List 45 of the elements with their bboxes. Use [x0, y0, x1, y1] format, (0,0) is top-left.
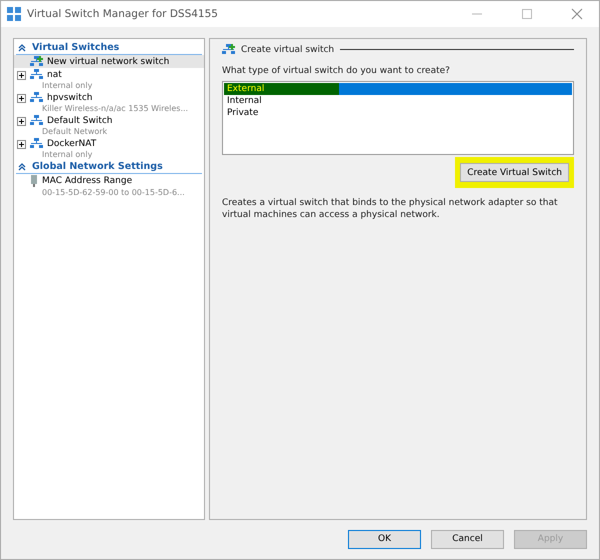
group-title: Create virtual switch — [241, 44, 334, 54]
network-icon — [30, 115, 43, 126]
dialog-button[interactable]: Cancel — [431, 530, 504, 548]
expand-box-icon[interactable] — [17, 71, 26, 80]
tree-item[interactable]: hpvswitch Killer Wireless-n/a/ac 1535 Wireles... — [14, 91, 204, 114]
network-add-icon — [30, 56, 43, 67]
item-name: nat — [47, 70, 62, 80]
item-name: MAC Address Range — [42, 176, 132, 186]
item-detail: Default Network — [42, 127, 108, 136]
app-icon — [7, 7, 21, 21]
description-text: Creates a virtual switch that binds to the physical network adapter so that virtual machines can access a physical network. — [222, 197, 558, 221]
network-icon — [30, 138, 43, 149]
section-title: Global Network Settings — [32, 161, 163, 172]
network-icon — [30, 69, 43, 80]
list-option[interactable]: Internal — [224, 95, 572, 107]
item-detail: Internal only — [42, 81, 92, 90]
item-name: DockerNAT — [47, 138, 96, 148]
adapter-icon — [30, 175, 38, 187]
tree-item[interactable]: Default Switch Default Network — [14, 114, 204, 137]
expand-box-icon[interactable] — [17, 117, 26, 126]
close-icon[interactable] — [571, 8, 583, 20]
tree-item[interactable]: DockerNAT Internal only — [14, 137, 204, 160]
question-label: What type of virtual switch do you want to create? — [222, 66, 451, 76]
tree-item[interactable]: New virtual network switch — [14, 55, 204, 68]
switch-type-list[interactable]: External Internal Private — [222, 81, 574, 155]
section-title: Virtual Switches — [32, 42, 120, 53]
tree-item[interactable]: nat Internal only — [14, 68, 204, 91]
list-option[interactable]: External — [224, 83, 572, 95]
list-option[interactable]: Private — [224, 107, 572, 119]
tree-item[interactable]: MAC Address Range 00-15-5D-62-59-00 to 00-15-5D-6... — [14, 174, 204, 198]
network-icon — [30, 92, 43, 103]
item-detail: Killer Wireless-n/a/ac 1535 Wireles... — [42, 104, 188, 113]
item-detail: Internal only — [42, 150, 94, 159]
expand-box-icon[interactable] — [17, 94, 26, 103]
item-detail: 00-15-5D-62-59-00 to 00-15-5D-6... — [42, 188, 185, 197]
dialog-button[interactable]: OK — [348, 530, 421, 548]
item-name: New virtual network switch — [47, 56, 170, 66]
network-add-icon — [222, 44, 235, 55]
collapse-icon[interactable] — [18, 162, 26, 170]
collapse-icon[interactable] — [18, 44, 26, 52]
item-name: Default Switch — [47, 116, 113, 126]
create-button[interactable]: Create Virtual Switch — [460, 163, 569, 182]
window-title: Virtual Switch Manager for DSS4155 — [27, 8, 219, 20]
expand-box-icon[interactable] — [17, 140, 26, 149]
item-name: hpvswitch — [47, 92, 92, 102]
